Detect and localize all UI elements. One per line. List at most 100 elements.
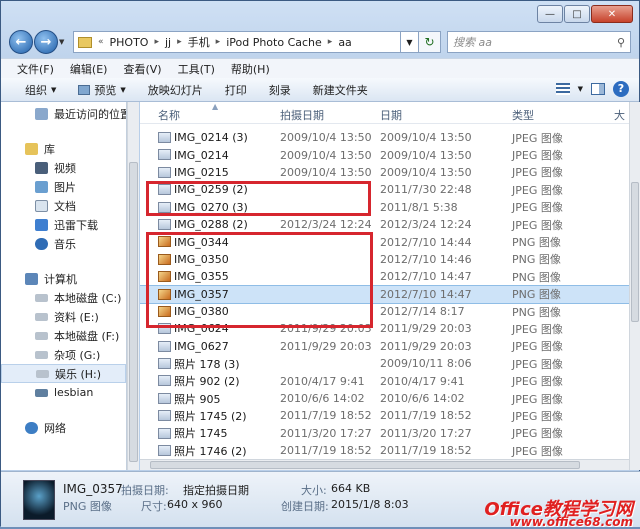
file-name: 照片 905 <box>174 392 221 406</box>
nav-item-video[interactable]: 视频 <box>1 158 126 177</box>
file-row[interactable]: 照片 178 (3) 2009/10/11 8:06 JPEG 图像 <box>140 355 629 372</box>
menu-help[interactable]: 帮助(H) <box>231 61 270 77</box>
maximize-button[interactable]: □ <box>564 5 590 23</box>
breadcrumb-separator[interactable]: ▸ <box>216 37 221 47</box>
column-name[interactable]: 名称 <box>158 107 180 123</box>
file-date: 2011/9/29 20:03 <box>380 322 472 336</box>
nav-item-drive-c[interactable]: 本地磁盘 (C:) <box>1 288 126 307</box>
scrollbar-thumb[interactable] <box>129 162 138 462</box>
horizontal-scrollbar[interactable] <box>140 459 629 470</box>
details-taken-value[interactable]: 指定拍摄日期 <box>183 482 249 498</box>
nav-item-recent[interactable]: 最近访问的位置 <box>1 104 126 123</box>
file-date: 2012/7/10 14:46 <box>380 252 472 266</box>
menu-tools[interactable]: 工具(T) <box>178 61 215 77</box>
nav-label: 最近访问的位置 <box>54 107 127 121</box>
preview-button[interactable]: 预览 ▼ <box>78 82 126 98</box>
column-type[interactable]: 类型 <box>512 107 534 123</box>
file-date: 2012/7/14 8:17 <box>380 305 465 319</box>
nav-item-computer[interactable]: 计算机 <box>1 269 126 288</box>
minimize-button[interactable]: — <box>537 5 563 23</box>
refresh-button[interactable]: ↻ <box>419 31 441 53</box>
nav-item-drive-g[interactable]: 杂项 (G:) <box>1 345 126 364</box>
forward-button[interactable]: → <box>34 30 58 54</box>
file-row[interactable]: 照片 905 2010/6/6 14:02 2010/6/6 14:02 JPEG 图… <box>140 390 629 407</box>
file-type: JPEG 图像 <box>512 444 563 458</box>
file-row[interactable]: 照片 1745 (2) 2011/7/19 18:52 2011/7/19 18:5… <box>140 407 629 424</box>
menu-view[interactable]: 查看(V) <box>123 61 161 77</box>
watermark-url: www.office68.com <box>509 515 633 529</box>
file-type: JPEG 图像 <box>512 131 563 145</box>
file-row[interactable]: IMG_0214 (3) 2009/10/4 13:50 2009/10/4 13:… <box>140 129 629 146</box>
details-created-value: 2015/1/8 8:03 <box>331 498 409 511</box>
file-type: PNG 图像 <box>512 270 561 284</box>
file-date: 2011/8/1 5:38 <box>380 200 458 214</box>
file-row[interactable]: IMG_0627 2011/9/29 20:03 2011/9/29 20:03 JP… <box>140 338 629 355</box>
file-date: 2009/10/11 8:06 <box>380 357 472 371</box>
organize-label: 组织 <box>25 83 47 97</box>
jpeg-image-icon <box>158 149 171 161</box>
file-name: IMG_0627 <box>174 339 229 353</box>
pictures-icon <box>35 180 48 193</box>
nav-item-drive-e[interactable]: 资料 (E:) <box>1 307 126 326</box>
nav-item-music[interactable]: 音乐 <box>1 234 126 253</box>
menu-edit[interactable]: 编辑(E) <box>70 61 108 77</box>
nav-item-drive-f[interactable]: 本地磁盘 (F:) <box>1 326 126 345</box>
navigation-scrollbar[interactable] <box>127 102 139 470</box>
search-box[interactable]: 搜索 aa ⚲ <box>447 31 631 53</box>
close-button[interactable]: ✕ <box>591 5 633 23</box>
breadcrumb-separator[interactable]: ▸ <box>154 37 159 47</box>
column-taken[interactable]: 拍摄日期 <box>280 107 324 123</box>
nav-item-network[interactable]: 网络 <box>1 418 126 437</box>
breadcrumb-aa[interactable]: aa <box>338 36 351 49</box>
address-dropdown-button[interactable]: ▼ <box>401 31 419 53</box>
print-button[interactable]: 打印 <box>225 82 247 98</box>
nav-item-drive-h[interactable]: 娱乐 (H:) <box>1 364 126 383</box>
breadcrumb-overflow-icon[interactable]: « <box>98 37 104 47</box>
toolbar-right: ▼ ? <box>555 81 629 97</box>
menu-file[interactable]: 文件(F) <box>17 61 54 77</box>
nav-item-lesbian[interactable]: lesbian <box>1 383 126 402</box>
music-icon <box>35 237 48 250</box>
file-type: JPEG 图像 <box>512 427 563 441</box>
file-row[interactable]: IMG_0215 2009/10/4 13:50 2009/10/4 13:50 JP… <box>140 164 629 181</box>
breadcrumb-ipod-photo-cache[interactable]: iPod Photo Cache <box>226 36 322 49</box>
preview-pane-icon[interactable] <box>591 83 605 95</box>
organize-button[interactable]: 组织 ▼ <box>25 82 56 98</box>
column-size[interactable]: 大 <box>614 107 625 123</box>
breadcrumb-jj[interactable]: jj <box>165 36 171 49</box>
search-icon: ⚲ <box>616 35 625 49</box>
file-list-scrollbar[interactable] <box>629 102 640 470</box>
back-button[interactable]: ← <box>9 30 33 54</box>
file-row[interactable]: 照片 902 (2) 2010/4/17 9:41 2010/4/17 9:41 JP… <box>140 372 629 389</box>
file-type: JPEG 图像 <box>512 322 563 336</box>
new-folder-button[interactable]: 新建文件夹 <box>313 82 368 98</box>
file-row[interactable]: 照片 1746 (2) 2011/7/19 18:52 2011/7/19 18:5… <box>140 442 629 459</box>
burn-button[interactable]: 刻录 <box>269 82 291 98</box>
help-icon[interactable]: ? <box>613 81 629 97</box>
nav-item-documents[interactable]: 文档 <box>1 196 126 215</box>
chevron-down-icon[interactable]: ▼ <box>578 85 583 93</box>
view-options-icon[interactable] <box>555 83 570 95</box>
details-size-value: 664 KB <box>331 482 371 495</box>
breadcrumb-separator[interactable]: ▸ <box>328 37 333 47</box>
file-name: IMG_0215 <box>174 165 229 179</box>
nav-item-thunder[interactable]: 迅雷下载 <box>1 215 126 234</box>
file-row[interactable]: IMG_0288 (2) 2012/3/24 12:24 2012/3/24 12:… <box>140 216 629 233</box>
file-row[interactable]: IMG_0214 2009/10/4 13:50 2009/10/4 13:50 JP… <box>140 146 629 163</box>
nav-label: 资料 (E:) <box>54 310 99 324</box>
breadcrumb-separator[interactable]: ▸ <box>177 37 182 47</box>
slideshow-button[interactable]: 放映幻灯片 <box>148 82 203 98</box>
nav-label: 视频 <box>54 161 76 175</box>
scrollbar-thumb[interactable] <box>631 182 639 322</box>
scrollbar-thumb[interactable] <box>150 461 580 469</box>
nav-item-library[interactable]: 库 <box>1 139 126 158</box>
file-date: 2012/7/10 14:44 <box>380 235 472 249</box>
breadcrumb-photo[interactable]: PHOTO <box>110 36 149 49</box>
file-row[interactable]: 照片 1745 2011/3/20 17:27 2011/3/20 17:27 JPE… <box>140 425 629 442</box>
recent-pages-dropdown[interactable]: ▼ <box>59 38 69 46</box>
column-date[interactable]: 日期 <box>380 107 402 123</box>
nav-item-pictures[interactable]: 图片 <box>1 177 126 196</box>
breadcrumb-phone[interactable]: 手机 <box>188 34 210 50</box>
address-bar[interactable]: « PHOTO ▸ jj ▸ 手机 ▸ iPod Photo Cache ▸ a… <box>73 31 401 53</box>
